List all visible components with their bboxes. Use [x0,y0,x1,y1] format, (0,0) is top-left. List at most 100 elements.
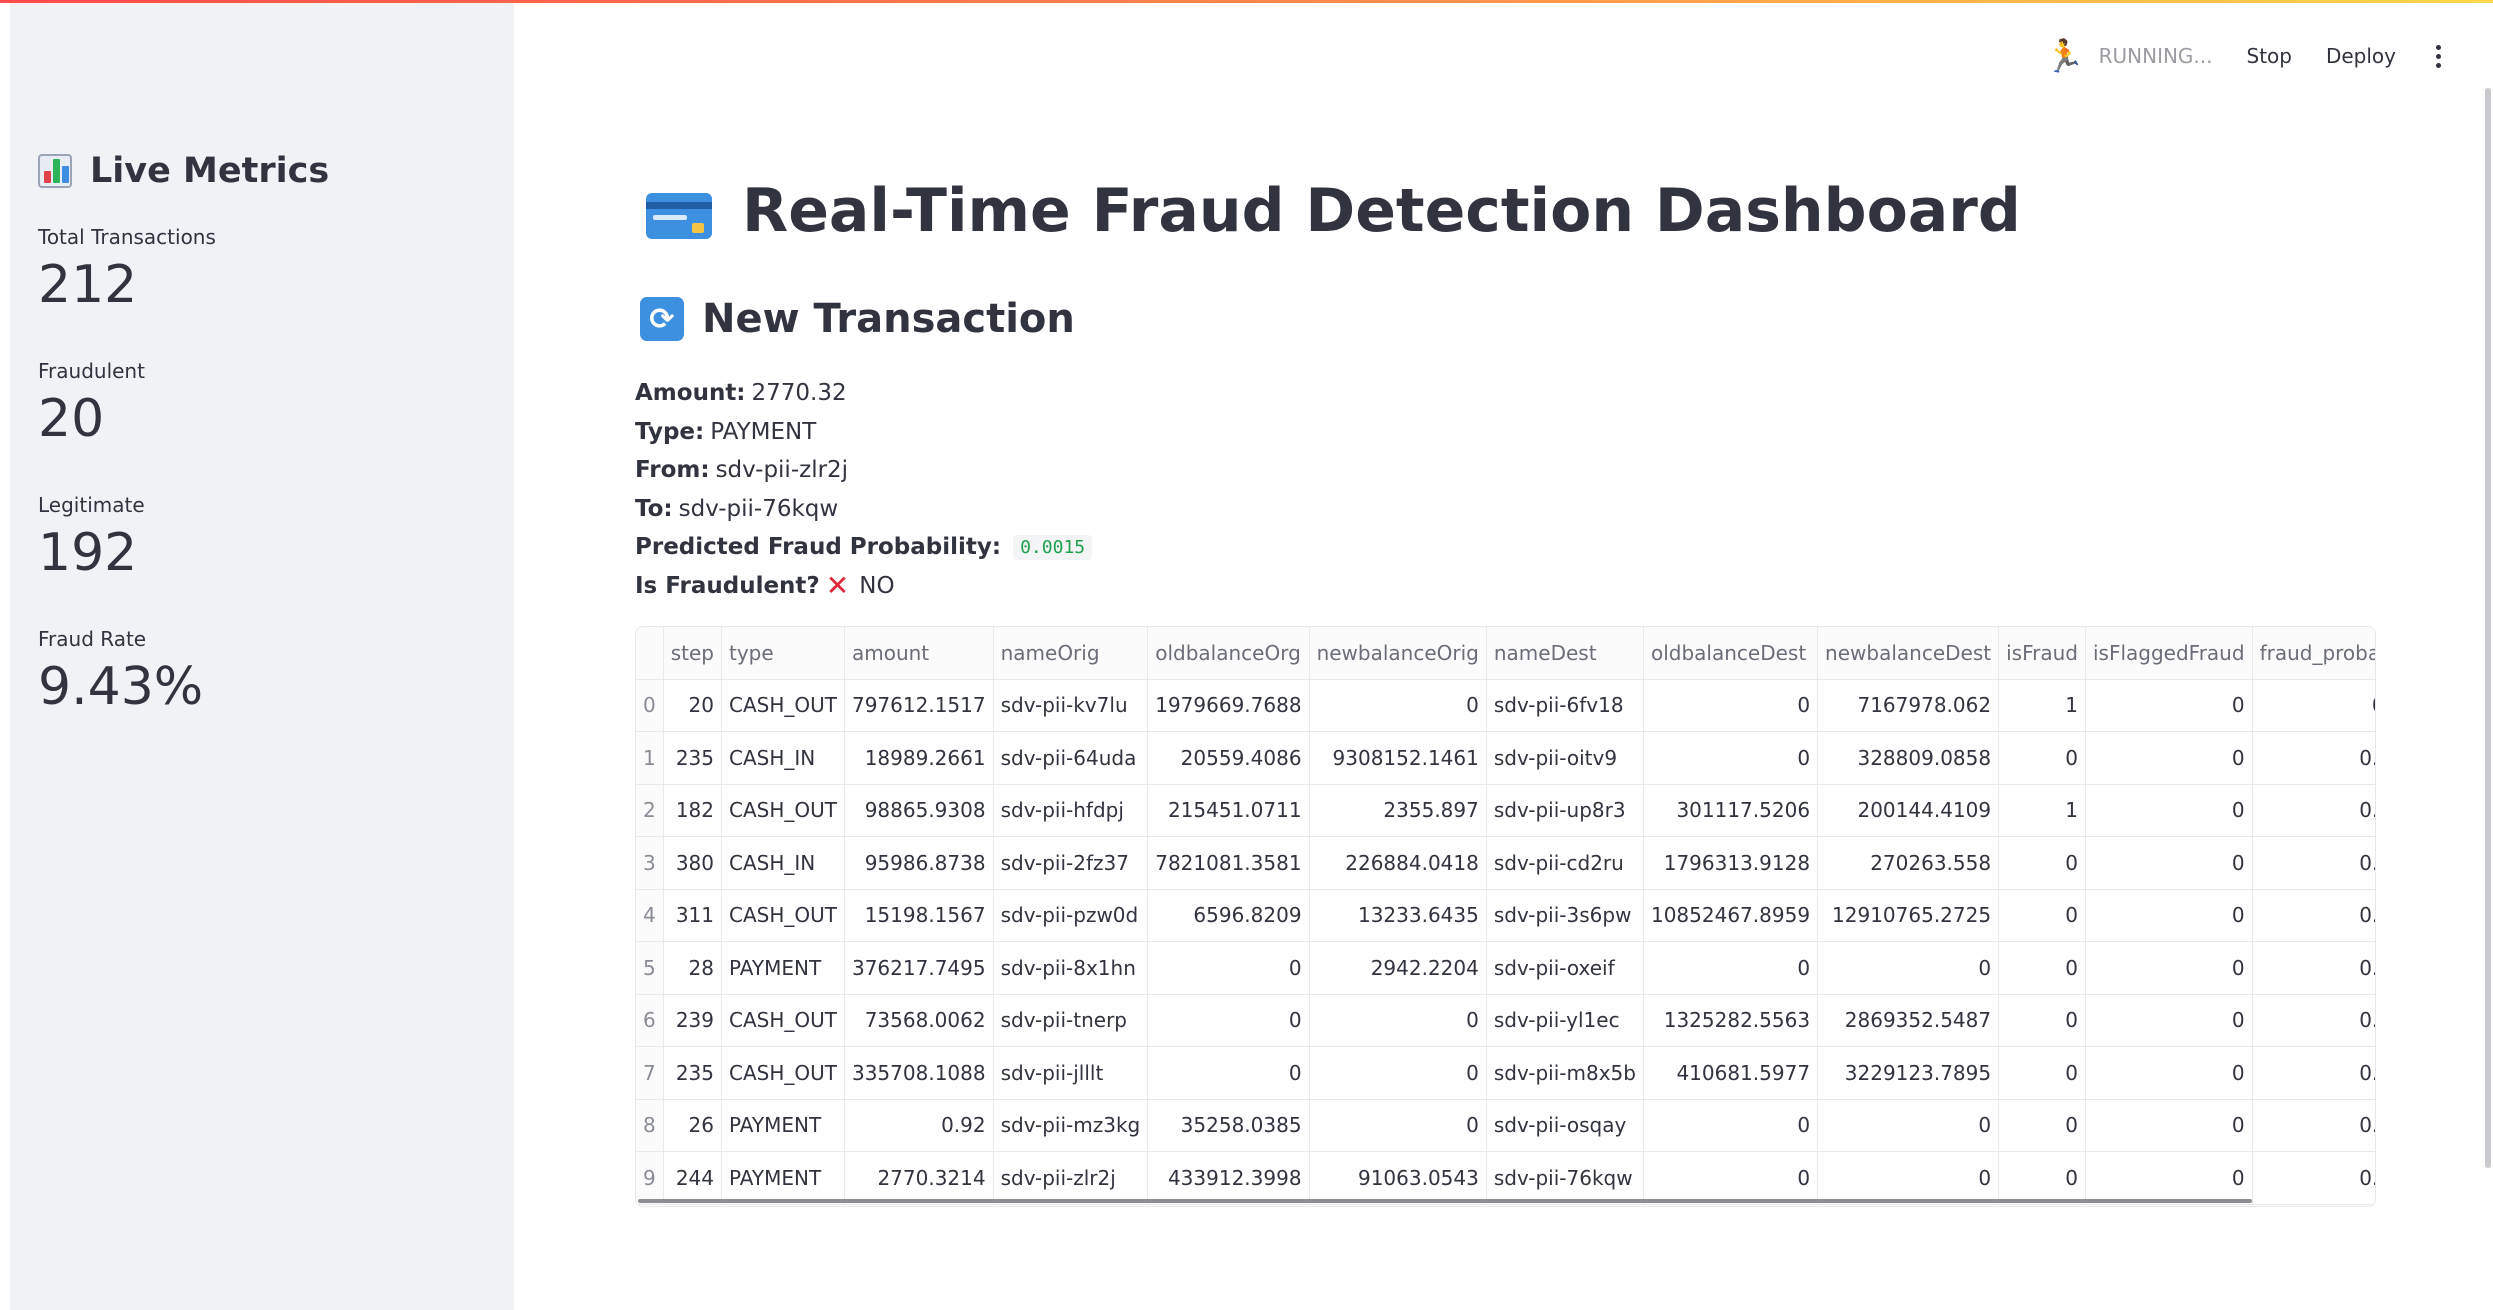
table-cell[interactable]: 95986.8738 [844,836,994,890]
table-cell[interactable]: 376217.7495 [844,941,994,995]
table-cell[interactable]: sdv-pii-hfdpj [993,784,1149,837]
table-row[interactable]: 1 235 CASH_IN 18989.2661 sdv-pii-64uda 20559.… [636,731,2375,785]
table-cell[interactable]: 0 [1147,941,1310,995]
table-cell[interactable]: 2770.3214 [844,1151,994,1205]
table-cell[interactable]: 0.0791 [2252,731,2375,785]
table-cell[interactable]: sdv-pii-osqay [1486,1099,1644,1152]
column-header-fraud-probability[interactable]: fraud_probability [2252,627,2375,680]
table-cell[interactable]: 0 [2085,679,2253,732]
table-cell[interactable]: 0.0001 [2252,994,2375,1047]
table-cell[interactable]: sdv-pii-64uda [993,731,1149,785]
table-cell[interactable]: 0 [1309,994,1487,1047]
table-cell[interactable]: 1 [1998,784,2086,837]
table-cell[interactable]: 20559.4086 [1147,731,1310,785]
table-cell[interactable]: sdv-pii-pzw0d [993,889,1149,942]
table-cell[interactable]: 226884.0418 [1309,836,1487,890]
table-cell[interactable]: PAYMENT [721,1151,845,1205]
table-cell[interactable]: 0 [1998,1099,2086,1152]
table-cell[interactable]: CASH_OUT [721,889,845,942]
column-header-namedest[interactable]: nameDest [1486,627,1644,680]
table-cell[interactable]: sdv-pii-yl1ec [1486,994,1644,1047]
table-cell[interactable]: 244 [663,1151,723,1205]
column-header-newbalancedest[interactable]: newbalanceDest [1817,627,2000,680]
table-cell[interactable]: sdv-pii-76kqw [1486,1151,1644,1205]
table-cell[interactable]: 2942.2204 [1309,941,1487,995]
table-cell[interactable]: PAYMENT [721,1099,845,1152]
table-cell[interactable]: 301117.5206 [1643,784,1819,837]
table-cell[interactable]: 0 [1309,1099,1487,1152]
table-cell[interactable]: PAYMENT [721,941,845,995]
table-cell[interactable]: sdv-pii-oxeif [1486,941,1644,995]
row-index[interactable]: 4 [636,889,664,942]
table-cell[interactable]: sdv-pii-mz3kg [993,1099,1149,1152]
table-cell[interactable]: 239 [663,994,723,1047]
column-header-nameorig[interactable]: nameOrig [993,627,1149,680]
table-cell[interactable]: 1796313.9128 [1643,836,1819,890]
table-cell[interactable]: 200144.4109 [1817,784,2000,837]
table-cell[interactable]: 0 [1817,941,2000,995]
table-cell[interactable]: 797612.1517 [844,679,994,732]
table-cell[interactable]: 410681.5977 [1643,1046,1819,1100]
table-cell[interactable]: 0 [1998,731,2086,785]
table-cell[interactable]: 0 [1147,1046,1310,1100]
table-cell[interactable]: 0 [2085,994,2253,1047]
table-cell[interactable]: 9308152.1461 [1309,731,1487,785]
table-cell[interactable]: 12910765.2725 [1817,889,2000,942]
table-cell[interactable]: 0 [1643,941,1819,995]
table-cell[interactable]: sdv-pii-zlr2j [993,1151,1149,1205]
table-cell[interactable]: 0.0361 [2252,1099,2375,1152]
table-cell[interactable]: 182 [663,784,723,837]
row-index[interactable]: 1 [636,731,664,785]
table-cell[interactable]: sdv-pii-6fv18 [1486,679,1644,732]
column-header-step[interactable]: step [663,627,723,680]
table-cell[interactable]: 0 [1147,994,1310,1047]
table-cell[interactable]: 0 [2085,836,2253,890]
table-cell[interactable]: 0.029 [2252,679,2375,732]
table-cell[interactable]: 35258.0385 [1147,1099,1310,1152]
table-cell[interactable]: 1979669.7688 [1147,679,1310,732]
table-cell[interactable]: 91063.0543 [1309,1151,1487,1205]
table-cell[interactable]: 380 [663,836,723,890]
table-cell[interactable]: 7167978.062 [1817,679,2000,732]
table-cell[interactable]: 0 [1309,679,1487,732]
row-index[interactable]: 0 [636,679,664,732]
column-header-type[interactable]: type [721,627,845,680]
kebab-menu-icon[interactable] [2430,41,2447,72]
table-cell[interactable]: 0 [1643,731,1819,785]
table-cell[interactable]: sdv-pii-3s6pw [1486,889,1644,942]
table-cell[interactable]: 0 [1998,1046,2086,1100]
table-cell[interactable]: 0 [1817,1099,2000,1152]
table-cell[interactable]: 0 [2085,731,2253,785]
table-cell[interactable]: 0 [2085,889,2253,942]
transactions-dataframe[interactable]: step type amount nameOrig oldbalanceOrg newba… [635,626,2376,1207]
table-cell[interactable]: 0 [1998,941,2086,995]
table-cell[interactable]: 20 [663,679,723,732]
table-cell[interactable]: 26 [663,1099,723,1152]
column-header-isfraud[interactable]: isFraud [1998,627,2086,680]
column-header-oldbalancedest[interactable]: oldbalanceDest [1643,627,1819,680]
table-row[interactable]: 6 239 CASH_OUT 73568.0062 sdv-pii-tnerp 0 0 sdv… [636,994,2375,1047]
table-cell[interactable]: CASH_IN [721,836,845,890]
table-row[interactable]: 8 26 PAYMENT 0.92 sdv-pii-mz3kg 35258.0385 0 sd… [636,1099,2375,1152]
row-index[interactable]: 6 [636,994,664,1047]
table-cell[interactable]: 0 [1998,889,2086,942]
table-cell[interactable]: 18989.2661 [844,731,994,785]
table-cell[interactable]: 0 [1643,679,1819,732]
table-row[interactable]: 5 28 PAYMENT 376217.7495 sdv-pii-8x1hn 0 2942.… [636,941,2375,995]
table-cell[interactable]: 0.0002 [2252,1046,2375,1100]
table-cell[interactable]: 1325282.5563 [1643,994,1819,1047]
table-cell[interactable]: 0.92 [844,1099,994,1152]
row-index[interactable]: 5 [636,941,664,995]
table-cell[interactable]: sdv-pii-tnerp [993,994,1149,1047]
stop-button[interactable]: Stop [2247,44,2292,68]
table-cell[interactable]: sdv-pii-m8x5b [1486,1046,1644,1100]
table-row[interactable]: 3 380 CASH_IN 95986.8738 sdv-pii-2fz37 782108… [636,836,2375,890]
table-cell[interactable]: 6596.8209 [1147,889,1310,942]
table-cell[interactable]: 1 [1998,679,2086,732]
table-cell[interactable]: sdv-pii-oitv9 [1486,731,1644,785]
table-cell[interactable]: 335708.1088 [844,1046,994,1100]
table-cell[interactable]: 311 [663,889,723,942]
table-cell[interactable]: sdv-pii-8x1hn [993,941,1149,995]
table-cell[interactable]: 235 [663,1046,723,1100]
table-cell[interactable]: 0 [2085,784,2253,837]
